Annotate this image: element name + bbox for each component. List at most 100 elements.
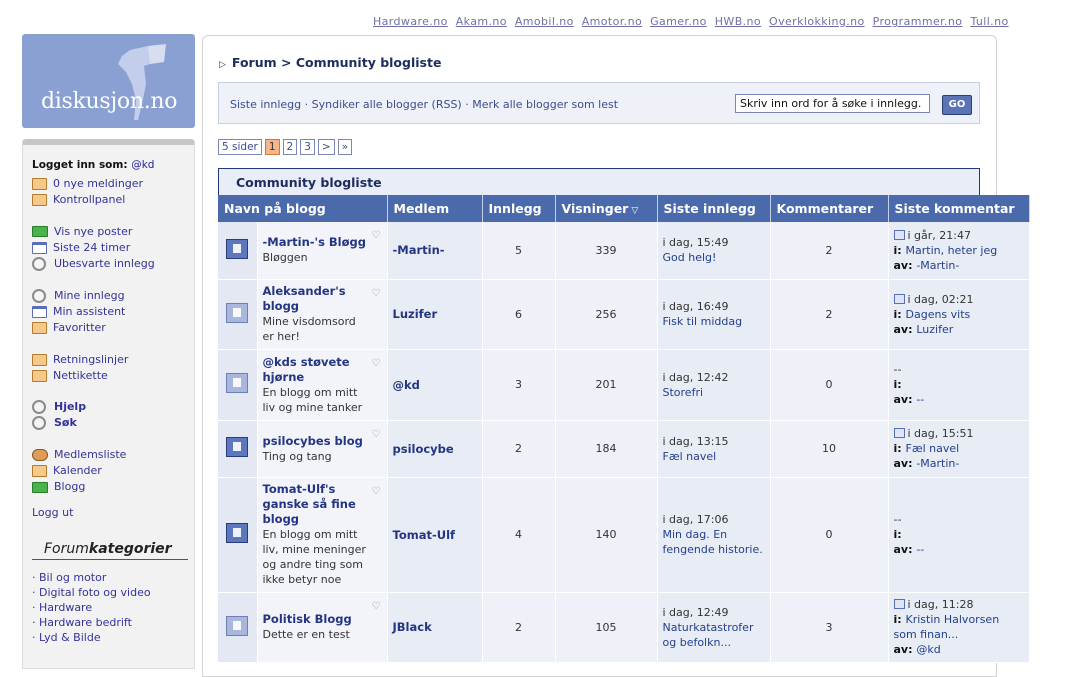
column-header[interactable]: Siste kommentar <box>888 195 1030 222</box>
search-go-button[interactable]: GO <box>942 95 972 115</box>
logout-link[interactable]: Logg ut <box>32 506 194 519</box>
toolbar-links[interactable]: Siste innlegg · Syndiker alle blogger (R… <box>230 98 618 111</box>
heart-icon[interactable]: ♡ <box>372 230 381 241</box>
blog-new-icon[interactable] <box>226 238 249 259</box>
page-link[interactable]: 2 <box>282 139 298 155</box>
sidebar-item[interactable]: Kontrollpanel <box>32 192 194 208</box>
member-link[interactable]: -Martin- <box>393 243 445 257</box>
category-link[interactable]: · Bil og motor <box>32 570 194 585</box>
heart-icon[interactable]: ♡ <box>372 358 381 369</box>
sidebar-item[interactable]: Mine innlegg <box>32 287 194 303</box>
blog-title-link[interactable]: psilocybes blog <box>263 434 369 449</box>
category-link[interactable]: · Hardware <box>32 600 194 615</box>
last-comment-entry-link[interactable]: Martin, heter jeg <box>906 244 998 257</box>
last-comment-author-link[interactable]: @kd <box>916 643 940 656</box>
heart-icon[interactable]: ♡ <box>372 429 381 440</box>
sidebar-item[interactable]: Favoritter <box>32 320 194 336</box>
last-comment-author-link[interactable]: -- <box>916 543 924 556</box>
username-link[interactable]: @kd <box>131 159 154 171</box>
blog-table: Navn på blogg Medlem Innlegg Visninger ▽ Sist… <box>218 195 1030 663</box>
member-link[interactable]: psilocybe <box>393 442 454 456</box>
page-link[interactable]: 1 <box>264 139 280 155</box>
last-post-cell: i dag, 12:42 Storefri <box>657 349 771 421</box>
column-header[interactable]: Innlegg <box>482 195 556 222</box>
breadcrumb-forum[interactable]: Forum <box>232 55 277 70</box>
blog-read-icon[interactable] <box>226 302 249 323</box>
breadcrumb-separator: > <box>276 55 296 70</box>
member-link[interactable]: JBlack <box>393 620 432 634</box>
network-link[interactable]: HWB.no <box>715 15 761 28</box>
sidebar-item[interactable]: Ubesvarte innlegg <box>32 256 194 272</box>
blog-name-cell: Tomat-Ulf's ganske så fine blogg En blogg… <box>257 477 388 593</box>
heart-icon[interactable]: ♡ <box>372 601 381 612</box>
comment-jump-icon[interactable] <box>893 229 905 240</box>
last-comment-entry-link[interactable]: Fæl navel <box>906 442 960 455</box>
page-link[interactable]: 3 <box>300 139 315 155</box>
sidebar-item[interactable]: Nettikette <box>32 368 194 384</box>
blog-title-link[interactable]: -Martin-'s Bløgg <box>263 235 369 250</box>
blog-status-cell <box>218 592 258 663</box>
sidebar-item[interactable]: Søk <box>32 415 194 431</box>
sidebar-item[interactable]: 0 nye meldinger <box>32 176 194 192</box>
last-post-link[interactable]: Naturkatastrofer og befolkn... <box>663 620 765 650</box>
network-link[interactable]: Gamer.no <box>650 15 707 28</box>
last-comment-entry-link[interactable]: Kristin Halvorsen som finan... <box>894 613 1000 641</box>
last-comment-author-link[interactable]: -- <box>916 393 924 406</box>
last-comment-entry-link[interactable]: Dagens vits <box>906 308 971 321</box>
sidebar-item[interactable]: Min assistent <box>32 304 194 320</box>
last-post-link[interactable]: Storefri <box>663 385 765 400</box>
blog-new-icon[interactable] <box>226 523 249 543</box>
next-page-button[interactable]: > <box>317 139 335 155</box>
comment-jump-icon[interactable] <box>893 428 905 438</box>
column-header[interactable]: Siste innlegg <box>657 195 771 222</box>
blog-read-icon[interactable] <box>226 615 249 636</box>
heart-icon[interactable]: ♡ <box>372 288 381 299</box>
sidebar-item[interactable]: Retningslinjer <box>32 351 194 367</box>
blog-title-link[interactable]: @kds støvete hjørne <box>263 355 369 385</box>
sidebar-item[interactable]: Blogg <box>32 479 194 495</box>
network-link[interactable]: Overklokking.no <box>769 15 865 28</box>
blog-name-cell: Politisk Blogg Dette er en test ♡ <box>257 592 388 663</box>
last-post-link[interactable]: Fisk til middag <box>663 314 765 329</box>
sidebar-item[interactable]: Siste 24 timer <box>32 240 194 256</box>
network-link[interactable]: Tull.no <box>970 15 1008 28</box>
category-link[interactable]: · Digital foto og video <box>32 585 194 600</box>
column-header[interactable]: Visninger ▽ <box>555 195 658 222</box>
sidebar-item[interactable]: Hjelp <box>32 399 194 415</box>
last-comment-author-link[interactable]: -Martin- <box>916 457 959 470</box>
network-link[interactable]: Programmer.no <box>873 15 963 28</box>
last-page-button[interactable]: » <box>337 139 353 155</box>
site-logo[interactable]: diskusjon.no <box>22 34 195 128</box>
last-post-link[interactable]: God helg! <box>663 250 765 265</box>
sidebar-item[interactable]: Vis nye poster <box>32 224 194 240</box>
last-comment-entry-line: i: <box>894 377 1024 392</box>
category-link[interactable]: · Lyd & Bilde <box>32 630 194 645</box>
blog-new-icon[interactable] <box>226 437 249 457</box>
category-link[interactable]: · Hardware bedrift <box>32 615 194 630</box>
sidebar-item[interactable]: Kalender <box>32 463 194 479</box>
column-header[interactable]: Kommentarer <box>770 195 889 222</box>
blog-title-link[interactable]: Politisk Blogg <box>263 612 369 627</box>
search-input[interactable] <box>735 94 930 113</box>
blog-title-link[interactable]: Aleksander's blogg <box>263 284 369 314</box>
network-link[interactable]: Amotor.no <box>582 15 642 28</box>
column-header[interactable]: Medlem <box>387 195 483 222</box>
member-link[interactable]: @kd <box>393 378 420 392</box>
last-comment-author-link[interactable]: Luzifer <box>916 323 953 336</box>
comment-jump-icon[interactable] <box>893 599 905 609</box>
comment-jump-icon[interactable] <box>893 293 905 304</box>
last-post-link[interactable]: Min dag. En fengende historie. <box>663 527 765 557</box>
last-post-link[interactable]: Fæl navel <box>663 449 765 464</box>
network-link[interactable]: Hardware.no <box>373 15 448 28</box>
sidebar-item[interactable]: Medlemsliste <box>32 447 194 463</box>
last-comment-author-link[interactable]: -Martin- <box>916 259 959 272</box>
member-link[interactable]: Tomat-Ulf <box>393 528 456 542</box>
page-count-label[interactable]: 5 sider <box>218 139 262 155</box>
blog-read-icon[interactable] <box>226 373 249 393</box>
network-link[interactable]: Akam.no <box>456 15 507 28</box>
blog-title-link[interactable]: Tomat-Ulf's ganske så fine blogg <box>263 482 369 527</box>
column-header[interactable]: Navn på blogg <box>218 195 388 222</box>
heart-icon[interactable]: ♡ <box>372 486 381 497</box>
network-link[interactable]: Amobil.no <box>515 15 574 28</box>
member-link[interactable]: Luzifer <box>393 307 438 321</box>
